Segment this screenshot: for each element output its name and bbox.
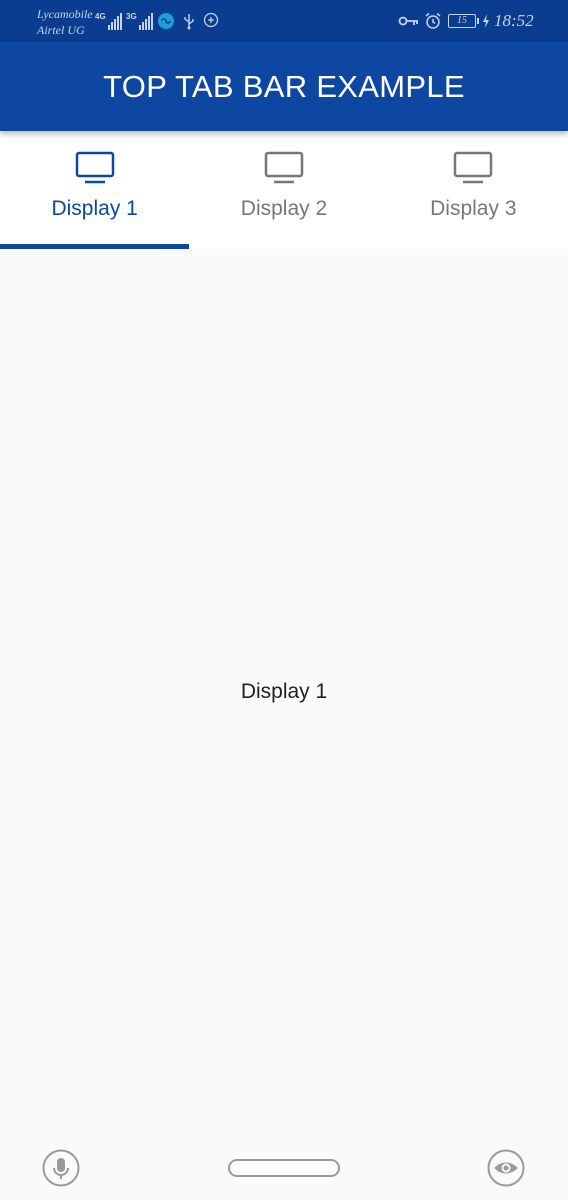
tab-label: Display 1 [51, 197, 138, 220]
battery-icon: 15 [448, 14, 476, 28]
home-pill[interactable] [228, 1159, 340, 1177]
status-bar: Lycamobile Airtel UG 4G 3G 15 18:52 [0, 0, 568, 42]
tab-indicator [0, 244, 189, 249]
network-type-1: 4G [95, 12, 106, 21]
alarm-icon [425, 12, 441, 29]
data-saver-icon [158, 13, 174, 29]
location-icon [203, 12, 219, 28]
signal-icon: 3G [126, 12, 153, 30]
tab-display-3[interactable]: Display 3 [379, 131, 568, 249]
app-bar: TOP TAB BAR EXAMPLE [0, 42, 568, 131]
eye-icon[interactable] [487, 1149, 525, 1187]
carrier-2: Airtel UG [37, 23, 85, 37]
network-type-2: 3G [126, 12, 137, 21]
battery-level: 15 [457, 15, 467, 26]
tv-icon [264, 151, 304, 184]
tv-icon [454, 151, 493, 184]
charging-icon [483, 14, 489, 28]
battery-tip [477, 18, 479, 24]
tab-bar: Display 1 Display 2 Display 3 [0, 131, 568, 249]
system-nav-bar [0, 1137, 568, 1200]
app-title: TOP TAB BAR EXAMPLE [103, 68, 465, 104]
signal-icon: 4G [95, 12, 122, 30]
vpn-key-icon [398, 16, 418, 26]
tv-icon [75, 151, 114, 184]
mic-icon[interactable] [42, 1149, 80, 1187]
carrier-names: Lycamobile Airtel UG [37, 6, 93, 38]
tab-label: Display 3 [430, 197, 517, 220]
content-text: Display 1 [240, 680, 328, 703]
tab-display-2[interactable]: Display 2 [189, 131, 378, 249]
tab-label: Display 2 [240, 197, 328, 220]
status-time: 18:52 [494, 11, 534, 30]
usb-icon [184, 14, 194, 30]
carrier-1: Lycamobile [37, 7, 93, 21]
tab-display-1[interactable]: Display 1 [0, 131, 189, 249]
